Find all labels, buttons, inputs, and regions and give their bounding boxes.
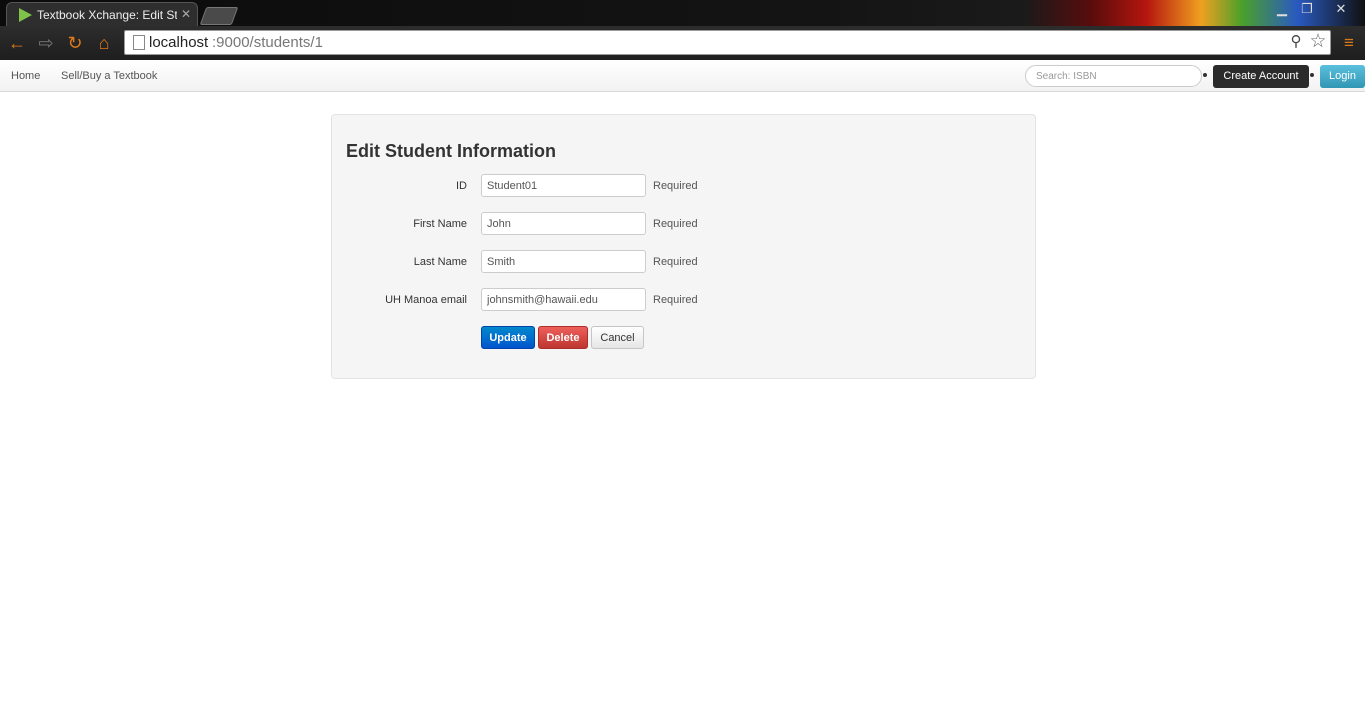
id-input[interactable] — [481, 174, 646, 197]
menu-icon[interactable]: ≡ — [1339, 32, 1359, 54]
browser-tab[interactable]: Textbook Xchange: Edit St ✕ — [6, 2, 198, 26]
last-name-input[interactable] — [481, 250, 646, 273]
url-path: :9000/students/1 — [212, 34, 323, 51]
separator-dot — [1310, 73, 1314, 77]
isbn-search-input[interactable] — [1025, 65, 1202, 87]
reload-icon[interactable]: ↻ — [64, 32, 86, 54]
nav-home-link[interactable]: Home — [11, 69, 40, 83]
first-name-required-help: Required — [653, 218, 698, 230]
forward-arrow-icon[interactable]: ⇨ — [35, 32, 57, 54]
email-input[interactable] — [481, 288, 646, 311]
id-label: ID — [456, 180, 467, 192]
home-icon[interactable]: ⌂ — [93, 32, 115, 54]
last-name-required-help: Required — [653, 256, 698, 268]
create-account-button[interactable]: Create Account — [1213, 65, 1309, 88]
url-host: localhost — [149, 34, 209, 51]
tab-title: Textbook Xchange: Edit St — [37, 8, 177, 22]
page-icon — [133, 35, 145, 50]
edit-student-form: Edit Student Information ID Required Fir… — [331, 114, 1036, 379]
first-name-label: First Name — [413, 218, 467, 230]
nav-sell-buy-link[interactable]: Sell/Buy a Textbook — [61, 69, 157, 83]
minimize-window-button[interactable]: ▁ — [1270, 0, 1294, 18]
back-arrow-icon[interactable]: ← — [6, 32, 28, 54]
update-button[interactable]: Update — [481, 326, 535, 349]
play-favicon-icon — [19, 8, 32, 22]
site-navbar: Home Sell/Buy a Textbook Create Account … — [0, 60, 1365, 92]
delete-button[interactable]: Delete — [538, 326, 588, 349]
new-tab-button[interactable] — [199, 7, 239, 25]
address-bar[interactable]: localhost :9000/students/1 ⚲ ☆ — [124, 30, 1331, 55]
email-required-help: Required — [653, 294, 698, 306]
last-name-label: Last Name — [413, 256, 467, 268]
separator-dot — [1203, 73, 1207, 77]
close-window-button[interactable]: ✕ — [1320, 0, 1362, 18]
star-icon[interactable]: ☆ — [1307, 31, 1329, 53]
form-title: Edit Student Information — [346, 141, 556, 161]
zoom-icon[interactable]: ⚲ — [1287, 32, 1305, 52]
email-label: UH Manoa email — [385, 294, 467, 306]
login-button[interactable]: Login — [1320, 65, 1365, 88]
id-required-help: Required — [653, 180, 698, 192]
maximize-window-button[interactable]: ❐ — [1294, 0, 1320, 18]
cancel-button[interactable]: Cancel — [591, 326, 644, 349]
first-name-input[interactable] — [481, 212, 646, 235]
browser-toolbar: ← ⇨ ↻ ⌂ localhost :9000/students/1 ⚲ ☆ ≡ — [0, 26, 1365, 60]
tab-close-icon[interactable]: ✕ — [180, 7, 192, 21]
browser-tab-strip: Textbook Xchange: Edit St ✕ ▁ ❐ ✕ — [0, 0, 1365, 26]
